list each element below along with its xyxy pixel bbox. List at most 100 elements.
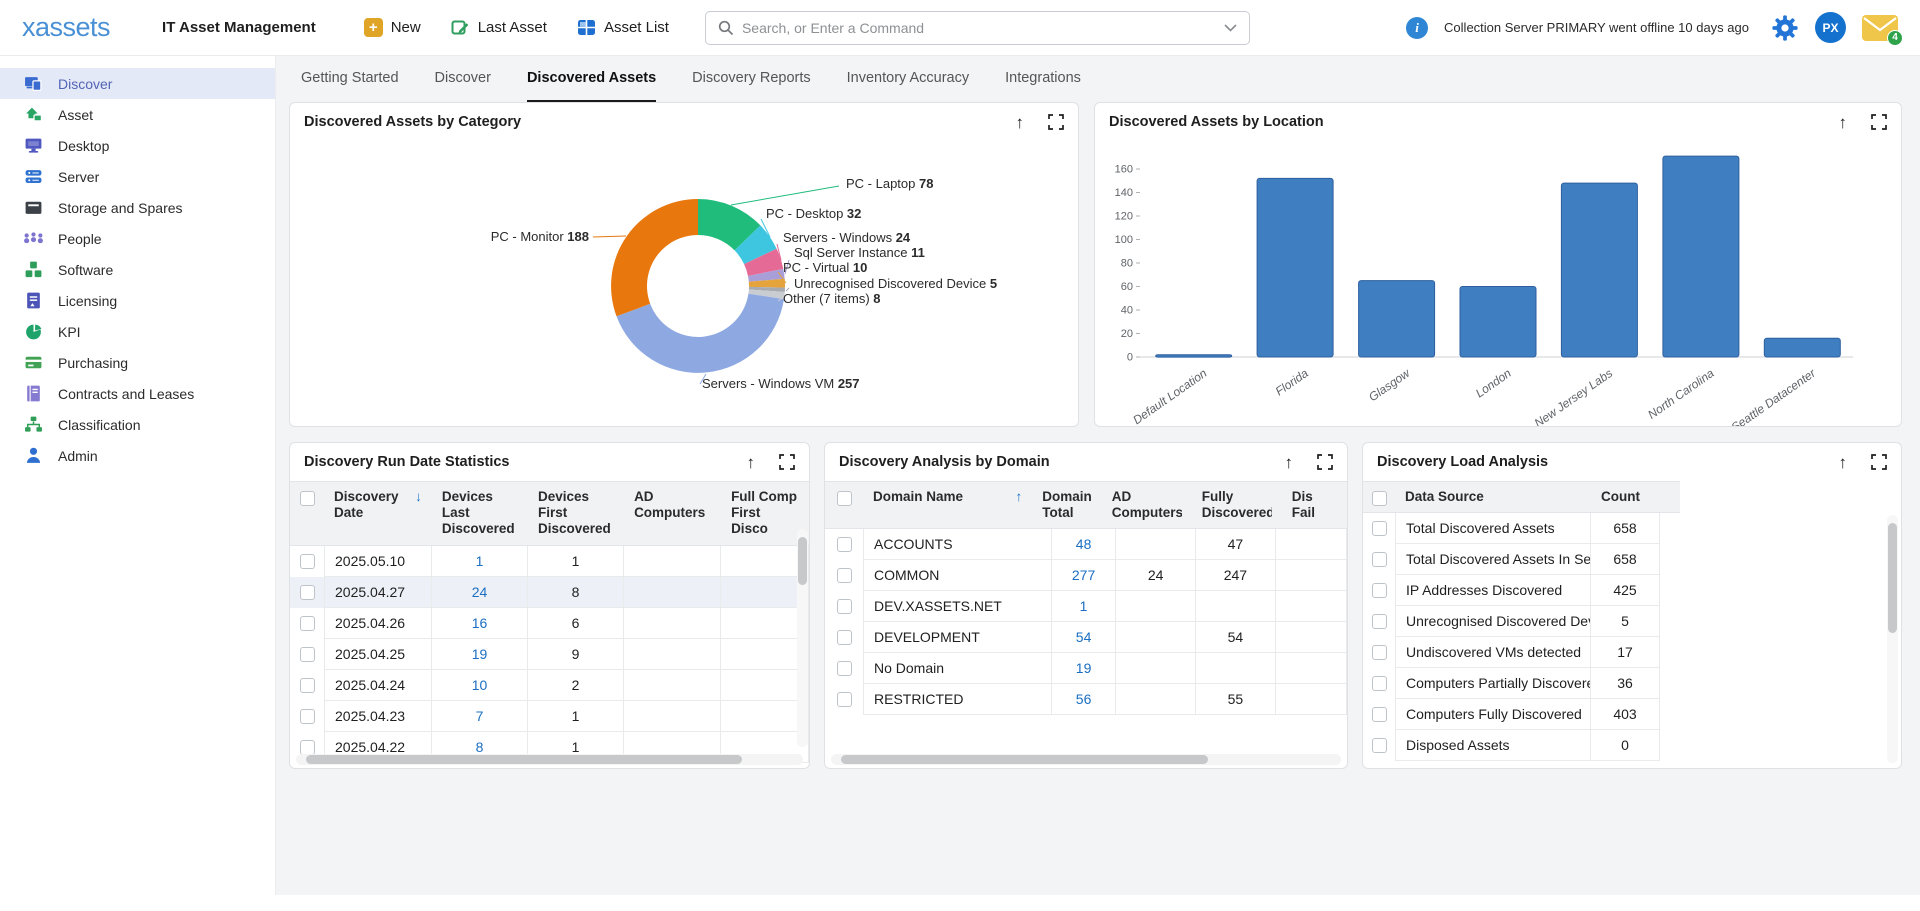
scrollbar-thumb[interactable] <box>306 755 742 764</box>
bar[interactable] <box>1257 178 1333 357</box>
select-all-checkbox[interactable] <box>837 491 852 506</box>
column-header[interactable]: Dis Fail <box>1282 482 1347 528</box>
donut-slice[interactable] <box>611 199 698 316</box>
column-header[interactable]: Domain Total <box>1032 482 1102 528</box>
row-checkbox[interactable] <box>300 740 315 755</box>
cell-link[interactable]: 277 <box>1072 567 1095 583</box>
bar[interactable] <box>1156 355 1232 357</box>
row-checkbox[interactable] <box>837 692 852 707</box>
table-row[interactable]: RESTRICTED5655 <box>825 684 1347 715</box>
table-row[interactable]: 2025.04.27248 <box>290 577 809 608</box>
column-header[interactable]: Discovery Date↓ <box>324 482 432 528</box>
sidebar-item-people[interactable]: People <box>0 223 275 254</box>
export-up-arrow-icon[interactable]: ↑ <box>1839 454 1848 471</box>
column-header[interactable]: AD Computers <box>624 482 721 528</box>
row-checkbox[interactable] <box>1372 583 1387 598</box>
sidebar-item-storage-and-spares[interactable]: Storage and Spares <box>0 192 275 223</box>
table-row[interactable]: Total Discovered Assets In Service658 <box>1363 544 1901 575</box>
tab-discovered-assets[interactable]: Discovered Assets <box>527 70 656 102</box>
export-up-arrow-icon[interactable]: ↑ <box>747 454 756 471</box>
table-row[interactable]: Total Discovered Assets658 <box>1363 513 1901 544</box>
tab-inventory-accuracy[interactable]: Inventory Accuracy <box>847 70 970 102</box>
gear-icon[interactable] <box>1771 14 1799 42</box>
cell-link[interactable]: 16 <box>472 615 488 631</box>
cell-link[interactable]: 19 <box>1076 660 1092 676</box>
table-row[interactable]: 2025.04.26166 <box>290 608 809 639</box>
table-row[interactable]: No Domain19 <box>825 653 1347 684</box>
sidebar-item-server[interactable]: Server <box>0 161 275 192</box>
table-row[interactable]: 2025.04.25199 <box>290 639 809 670</box>
info-icon[interactable]: i <box>1406 17 1428 39</box>
sidebar-item-contracts-and-leases[interactable]: Contracts and Leases <box>0 378 275 409</box>
table-row[interactable]: DEVELOPMENT5454 <box>825 622 1347 653</box>
expand-icon[interactable] <box>1048 114 1064 130</box>
bar[interactable] <box>1764 338 1840 357</box>
bar[interactable] <box>1359 281 1435 357</box>
row-checkbox[interactable] <box>837 568 852 583</box>
tab-discover[interactable]: Discover <box>435 70 491 102</box>
row-checkbox[interactable] <box>300 678 315 693</box>
expand-icon[interactable] <box>1871 114 1887 130</box>
row-checkbox[interactable] <box>1372 552 1387 567</box>
row-checkbox[interactable] <box>837 599 852 614</box>
row-checkbox[interactable] <box>1372 521 1387 536</box>
tab-integrations[interactable]: Integrations <box>1005 70 1081 102</box>
cell-link[interactable]: 1 <box>476 553 484 569</box>
row-checkbox[interactable] <box>837 661 852 676</box>
table-row[interactable]: Unrecognised Discovered Devices5 <box>1363 606 1901 637</box>
table-row[interactable]: Undiscovered VMs detected17 <box>1363 637 1901 668</box>
expand-icon[interactable] <box>1871 454 1887 470</box>
cell-link[interactable]: 7 <box>476 708 484 724</box>
row-checkbox[interactable] <box>300 647 315 662</box>
row-checkbox[interactable] <box>1372 738 1387 753</box>
sidebar-item-licensing[interactable]: Licensing <box>0 285 275 316</box>
column-header[interactable]: Devices First Discovered <box>528 482 624 545</box>
command-search[interactable] <box>705 11 1250 45</box>
table-row[interactable]: COMMON27724247 <box>825 560 1347 591</box>
scrollbar-thumb[interactable] <box>798 537 807 585</box>
table-row[interactable]: 2025.05.1011 <box>290 546 809 577</box>
table-row[interactable]: 2025.04.2371 <box>290 701 809 732</box>
scrollbar-thumb[interactable] <box>1888 523 1897 633</box>
row-checkbox[interactable] <box>300 709 315 724</box>
select-all-checkbox[interactable] <box>1372 491 1387 506</box>
sidebar-item-purchasing[interactable]: Purchasing <box>0 347 275 378</box>
cell-link[interactable]: 10 <box>472 677 488 693</box>
export-up-arrow-icon[interactable]: ↑ <box>1285 454 1294 471</box>
sidebar-item-kpi[interactable]: KPI <box>0 316 275 347</box>
table-row[interactable]: Computers Partially Discovered36 <box>1363 668 1901 699</box>
new-button[interactable]: + New <box>364 18 421 37</box>
horizontal-scrollbar[interactable] <box>831 754 1341 765</box>
row-checkbox[interactable] <box>837 630 852 645</box>
asset-list-button[interactable]: Asset List <box>577 18 669 37</box>
expand-icon[interactable] <box>779 454 795 470</box>
table-row[interactable]: DEV.XASSETS.NET1 <box>825 591 1347 622</box>
column-header[interactable]: AD Computers <box>1102 482 1192 528</box>
column-header[interactable]: Domain Name↑ <box>863 482 1032 512</box>
expand-icon[interactable] <box>1317 454 1333 470</box>
last-asset-button[interactable]: Last Asset <box>451 18 547 37</box>
row-checkbox[interactable] <box>300 585 315 600</box>
column-header[interactable]: Full Comp First Disco <box>721 482 809 545</box>
row-checkbox[interactable] <box>1372 614 1387 629</box>
row-checkbox[interactable] <box>1372 707 1387 722</box>
tab-discovery-reports[interactable]: Discovery Reports <box>692 70 810 102</box>
bar[interactable] <box>1663 156 1739 357</box>
vertical-scrollbar[interactable] <box>797 529 808 747</box>
row-checkbox[interactable] <box>1372 676 1387 691</box>
vertical-scrollbar[interactable] <box>1887 515 1898 763</box>
export-up-arrow-icon[interactable]: ↑ <box>1016 114 1025 131</box>
mail-icon[interactable]: 4 <box>1862 15 1898 41</box>
sidebar-item-admin[interactable]: Admin <box>0 440 275 471</box>
sidebar-item-discover[interactable]: Discover <box>0 68 275 99</box>
search-input[interactable] <box>742 20 1216 36</box>
cell-link[interactable]: 8 <box>476 739 484 755</box>
row-checkbox[interactable] <box>1372 645 1387 660</box>
cell-link[interactable]: 54 <box>1076 629 1092 645</box>
column-header[interactable]: Devices Last Discovered <box>432 482 528 545</box>
export-up-arrow-icon[interactable]: ↑ <box>1839 114 1848 131</box>
column-header[interactable]: Data Source <box>1395 482 1591 512</box>
table-row[interactable]: Computers Fully Discovered403 <box>1363 699 1901 730</box>
row-checkbox[interactable] <box>300 616 315 631</box>
bar[interactable] <box>1460 287 1536 358</box>
